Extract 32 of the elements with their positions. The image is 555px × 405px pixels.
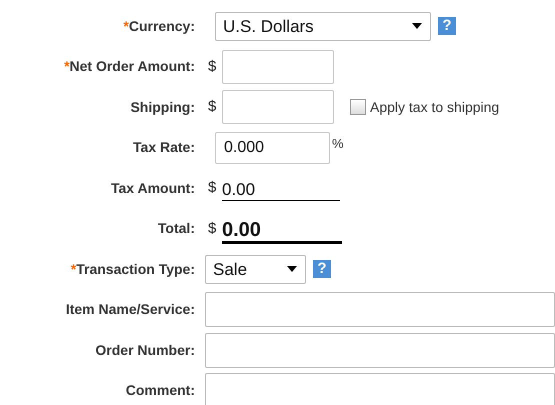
- amount-field[interactable]: [222, 50, 334, 84]
- caret-icon: [287, 266, 297, 272]
- currency-symbol: $: [208, 56, 218, 76]
- field-label: Net Order Amount:: [70, 57, 195, 76]
- field-label: Comment:: [126, 381, 195, 400]
- text-field[interactable]: [205, 373, 555, 405]
- amount-value: 0.00: [222, 175, 340, 202]
- caret-icon: [412, 23, 422, 30]
- amount-field[interactable]: [222, 90, 334, 124]
- required-marker: *: [64, 57, 70, 76]
- field-label: Currency:: [128, 16, 195, 36]
- field-label: Order Number:: [95, 340, 195, 360]
- field-label: Shipping:: [130, 98, 195, 117]
- checkbox[interactable]: [350, 99, 366, 116]
- required-marker: *: [123, 16, 129, 36]
- dropdown[interactable]: Sale: [205, 254, 306, 284]
- currency-dropdown[interactable]: U.S. Dollars: [215, 12, 431, 41]
- field-label: Total:: [158, 219, 195, 238]
- checkbox-label: Apply tax to shipping: [370, 98, 500, 117]
- text-field[interactable]: [205, 292, 555, 328]
- currency-symbol: $: [208, 218, 218, 238]
- field-label: Tax Amount:: [111, 178, 195, 198]
- field-label: Item Name/Service:: [66, 300, 195, 320]
- currency-symbol: $: [208, 178, 218, 198]
- field-label: Transaction Type:: [76, 260, 195, 279]
- field-label: Tax Rate:: [133, 138, 195, 158]
- rate-field[interactable]: 0.000: [215, 132, 330, 164]
- total-value: 0.00: [222, 213, 342, 244]
- required-marker: *: [70, 260, 76, 279]
- currency-symbol: $: [208, 97, 218, 117]
- text-field[interactable]: [205, 332, 555, 368]
- percent-sign: %: [332, 134, 344, 153]
